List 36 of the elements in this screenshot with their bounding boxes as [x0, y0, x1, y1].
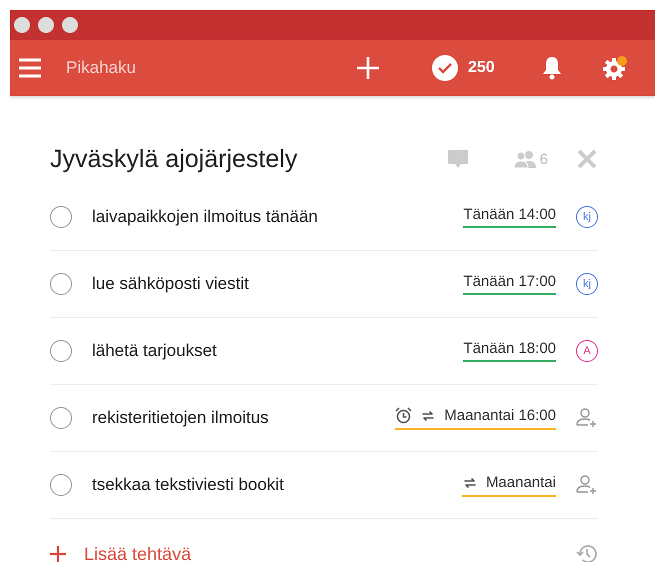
- assignee-avatar[interactable]: A: [576, 340, 598, 362]
- due-date[interactable]: Tänään 17:00: [463, 273, 556, 295]
- due-date[interactable]: Maanantai 16:00: [395, 406, 556, 430]
- task-name[interactable]: laivapaikkojen ilmoitus tänään: [92, 207, 464, 227]
- window-close-button[interactable]: [14, 17, 30, 33]
- due-date[interactable]: Maanantai: [462, 474, 556, 496]
- task-name[interactable]: lue sähköposti viestit: [92, 274, 464, 294]
- due-date[interactable]: Tänään 18:00: [463, 340, 556, 362]
- search-field[interactable]: Pikahaku: [66, 58, 356, 78]
- assignee-avatar[interactable]: kj: [576, 273, 598, 295]
- settings-icon[interactable]: [602, 55, 628, 81]
- add-person-icon[interactable]: [576, 475, 598, 495]
- task-checkbox[interactable]: [50, 206, 72, 228]
- task-checkbox[interactable]: [50, 474, 72, 496]
- add-task-link[interactable]: Lisää tehtävä: [84, 544, 576, 562]
- history-icon[interactable]: [576, 543, 598, 562]
- task-checkbox[interactable]: [50, 340, 72, 362]
- comment-icon[interactable]: [446, 149, 469, 169]
- member-count: 6: [540, 150, 548, 168]
- add-person-icon[interactable]: [576, 408, 598, 428]
- add-icon[interactable]: [50, 546, 66, 562]
- window-minimize-button[interactable]: [38, 17, 54, 33]
- project-title: Jyväskylä ajojärjestely: [50, 144, 298, 174]
- window-zoom-button[interactable]: [62, 17, 78, 33]
- task-name[interactable]: rekisteritietojen ilmoitus: [92, 408, 396, 428]
- people-icon[interactable]: [512, 150, 537, 168]
- task-name[interactable]: lähetä tarjoukset: [92, 341, 464, 361]
- bell-icon[interactable]: [540, 56, 563, 80]
- check-circle-icon[interactable]: [432, 55, 458, 81]
- task-checkbox[interactable]: [50, 273, 72, 295]
- task-checkbox[interactable]: [50, 407, 72, 429]
- karma-count: 250: [468, 59, 495, 77]
- task-name[interactable]: tsekkaa tekstiviesti bookit: [92, 475, 462, 495]
- assignee-avatar[interactable]: kj: [576, 206, 598, 228]
- menu-icon[interactable]: [18, 58, 42, 78]
- due-date[interactable]: Tänään 14:00: [463, 206, 556, 228]
